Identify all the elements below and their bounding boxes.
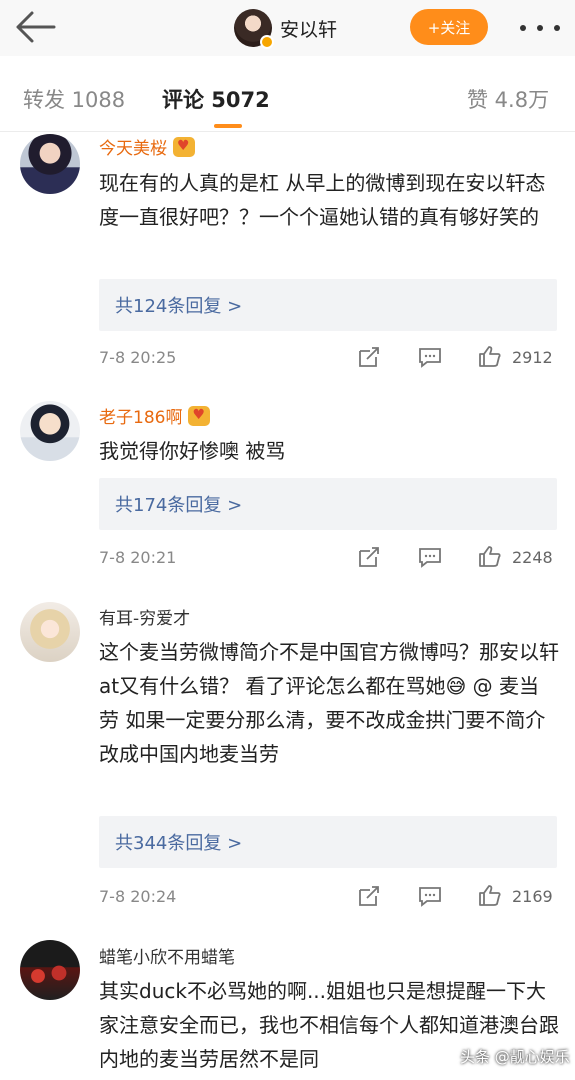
repost-icon[interactable] [357,346,381,368]
like-icon[interactable] [478,545,502,567]
avatar[interactable] [20,401,80,461]
like-icon[interactable] [478,884,502,906]
top-bar: 安以轩 +关注 [0,0,575,56]
comment-icon[interactable] [418,346,442,368]
comment-item: 老子186啊 我觉得你好惨噢 被骂 共174条回复 > 7-8 20:21 22… [0,398,575,588]
author-name[interactable]: 有耳-穷爱才 [99,609,190,629]
comment-time: 7-8 20:21 [99,548,177,567]
author-name[interactable]: 老子186啊 [99,408,182,428]
replies-link[interactable]: 共344条回复 > [99,816,557,868]
comment-icon[interactable] [418,885,442,907]
comment-item: 有耳-穷爱才 这个麦当劳微博简介不是中国官方微博吗？那安以轩at又有什么错？ 看… [0,598,575,928]
replies-link[interactable]: 共124条回复 > [99,279,557,331]
author-name[interactable]: 今天美桜 [99,139,167,159]
like-icon[interactable] [478,345,502,367]
avatar[interactable] [234,9,274,49]
like-count: 2912 [512,348,553,367]
profile-name[interactable]: 安以轩 [280,15,337,42]
comment-author[interactable]: 蜡笔小欣不用蜡笔 [99,943,235,968]
back-arrow-icon[interactable] [14,10,56,44]
verified-badge-icon [260,35,274,49]
watermark: 头条 @靓心娱乐 [460,1048,570,1066]
active-tab-indicator [214,124,242,128]
comment-item: 今天美桜 现在有的人真的是杠 从早上的微博到现在安以轩态度一直很好吧？？一个个逼… [0,132,575,392]
profile-header[interactable]: 安以轩 [234,8,337,49]
tab-comments[interactable]: 评论 5072 [162,84,270,114]
tab-likes[interactable]: 赞 4.8万 [467,84,549,114]
comment-text: 这个麦当劳微博简介不是中国官方微博吗？那安以轩at又有什么错？ 看了评论怎么都在… [99,640,559,766]
tab-bar: 转发 1088 评论 5072 赞 4.8万 [0,56,575,132]
repost-icon[interactable] [357,885,381,907]
avatar[interactable] [20,940,80,1000]
more-options-icon[interactable] [520,18,560,38]
vip-badge-icon [188,406,211,426]
comment-time: 7-8 20:25 [99,348,177,367]
comment-time: 7-8 20:24 [99,887,177,906]
avatar[interactable] [20,134,80,194]
repost-icon[interactable] [357,546,381,568]
avatar[interactable] [20,602,80,662]
like-count: 2169 [512,887,553,906]
like-count: 2248 [512,548,553,567]
replies-link[interactable]: 共174条回复 > [99,478,557,530]
author-name[interactable]: 蜡笔小欣不用蜡笔 [99,948,235,968]
comment-text: 现在有的人真的是杠 从早上的微博到现在安以轩态度一直很好吧？？一个个逼她认错的真… [99,171,546,229]
follow-button[interactable]: +关注 [410,9,488,45]
comment-author[interactable]: 有耳-穷爱才 [99,604,190,629]
comment-author[interactable]: 今天美桜 [99,134,195,159]
comment-text: 我觉得你好惨噢 被骂 [99,439,286,463]
vip-badge-icon [173,137,195,157]
tab-repost[interactable]: 转发 1088 [23,84,125,114]
comment-icon[interactable] [418,546,442,568]
comment-author[interactable]: 老子186啊 [99,403,211,428]
